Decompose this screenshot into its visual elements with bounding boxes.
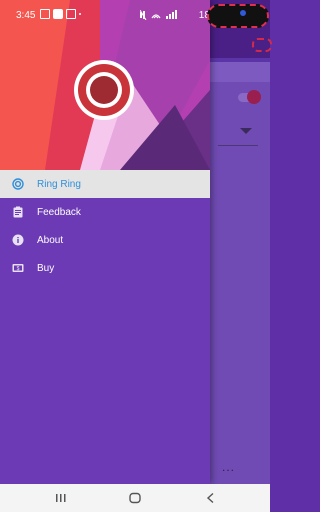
menu-item-buy[interactable]: $ Buy: [0, 254, 210, 282]
ring-icon: [12, 178, 24, 190]
status-time: 3:45: [16, 10, 36, 21]
dot-icon: [79, 13, 81, 15]
image-notification-icon: [40, 9, 50, 19]
home-icon[interactable]: [128, 492, 142, 504]
dollar-bill-icon: $: [12, 264, 24, 272]
background-dropdown-underline: [218, 145, 258, 146]
app-notification-icon: [53, 9, 63, 19]
menu-item-about[interactable]: About: [0, 226, 210, 254]
menu-item-ring-ring[interactable]: Ring Ring: [0, 170, 210, 198]
camera-lens-icon: [240, 10, 246, 16]
menu-item-label: Buy: [37, 263, 55, 274]
background-card: [210, 62, 270, 484]
back-icon[interactable]: [204, 492, 218, 504]
system-navigation-bar: [0, 484, 270, 512]
background-toggle-knob[interactable]: [247, 90, 261, 104]
info-icon: [12, 234, 24, 246]
background-more-icon[interactable]: ...: [222, 460, 235, 474]
drawer-menu: Ring Ring Feedback About $ Buy: [0, 170, 210, 282]
navigation-drawer: Ring Ring Feedback About $ Buy: [0, 0, 210, 484]
notification-icons: [40, 9, 81, 19]
mail-notification-icon: [66, 9, 76, 19]
signal-wifi-icons: [139, 10, 177, 21]
menu-item-label: Ring Ring: [37, 179, 81, 190]
recording-indicator-icon: [252, 38, 272, 52]
svg-text:$: $: [17, 266, 20, 272]
clipboard-icon: [13, 206, 23, 218]
menu-item-label: About: [37, 235, 64, 246]
camera-cutout: [207, 4, 269, 28]
menu-item-label: Feedback: [37, 207, 81, 218]
recent-apps-icon[interactable]: [54, 492, 68, 504]
menu-item-feedback[interactable]: Feedback: [0, 198, 210, 226]
background-dropdown-arrow-icon[interactable]: [240, 128, 252, 134]
background-card-header: [210, 62, 270, 82]
app-logo: [74, 60, 134, 120]
